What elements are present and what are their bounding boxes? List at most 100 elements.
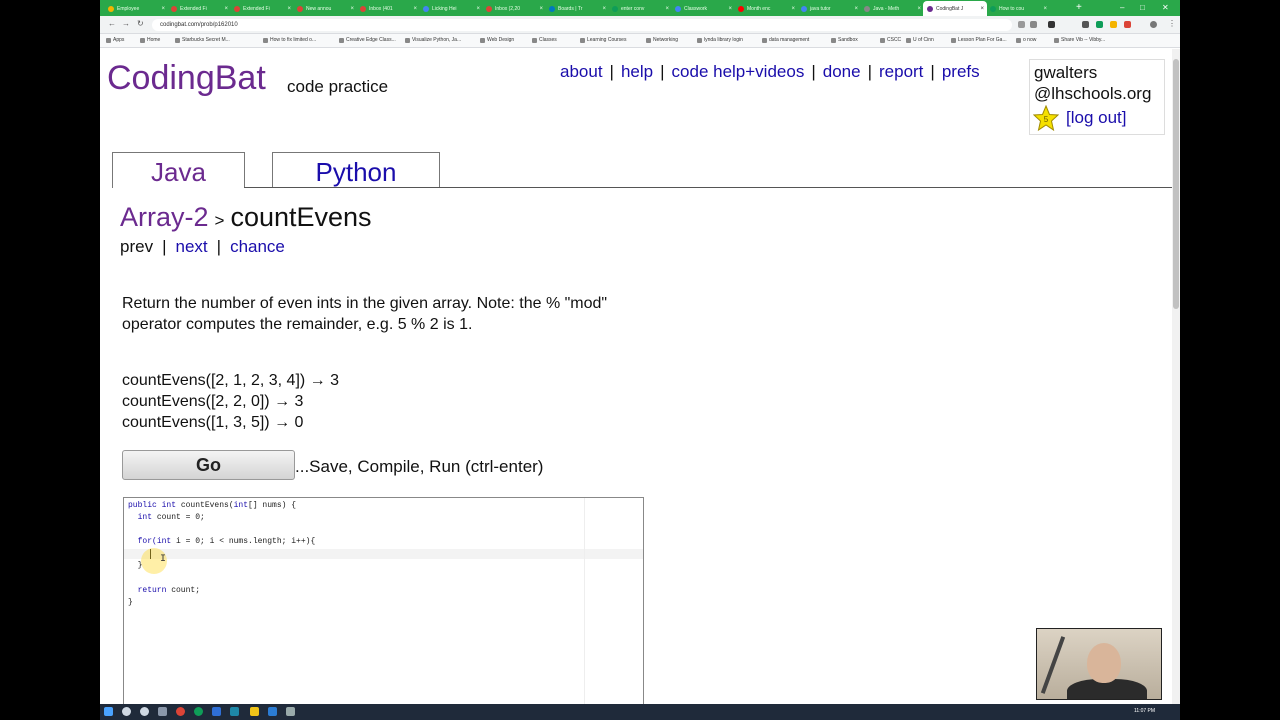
browser-tab[interactable]: How to cou ×: [986, 2, 1050, 15]
back-icon[interactable]: ←: [108, 19, 116, 29]
browser-tab[interactable]: enter conv ×: [608, 2, 672, 15]
close-tab-icon[interactable]: ×: [161, 6, 165, 12]
close-tab-icon[interactable]: ×: [287, 6, 291, 12]
browser-tab[interactable]: Inbox (401 ×: [356, 2, 420, 15]
nav-link-prefs[interactable]: prefs: [942, 62, 980, 81]
nav-link-code-help-videos[interactable]: code help+videos: [672, 62, 805, 81]
extension-icon[interactable]: [1110, 21, 1117, 28]
nav-link-help[interactable]: help: [621, 62, 653, 81]
browser-tab[interactable]: Inbox (2,20 ×: [482, 2, 546, 15]
next-link[interactable]: next: [176, 237, 208, 256]
close-tab-icon[interactable]: ×: [476, 6, 480, 12]
logout-link[interactable]: [log out]: [1066, 108, 1127, 128]
breadcrumb-section[interactable]: Array-2: [120, 202, 209, 232]
app-icon[interactable]: [212, 707, 221, 716]
extension-icon[interactable]: [1124, 21, 1131, 28]
new-tab-icon[interactable]: +: [1076, 2, 1082, 14]
app-icon[interactable]: [230, 707, 239, 716]
close-tab-icon[interactable]: ×: [980, 6, 984, 12]
example-line: countEvens([2, 1, 2, 3, 4]) → 3: [122, 372, 339, 389]
browser-tab[interactable]: Java - Meth ×: [860, 2, 924, 15]
maximize-icon[interactable]: □: [1140, 3, 1145, 13]
windows-start-icon[interactable]: [104, 707, 113, 716]
close-tab-icon[interactable]: ×: [1043, 6, 1047, 12]
bookmark-item[interactable]: CSCC: [880, 37, 901, 43]
site-logo[interactable]: CodingBat: [107, 59, 266, 98]
tab-java[interactable]: Java: [112, 152, 245, 188]
bookmark-icon: [106, 37, 111, 43]
tab-python[interactable]: Python: [272, 152, 440, 188]
app-icon[interactable]: [268, 707, 277, 716]
scrollbar-thumb[interactable]: [1173, 59, 1179, 309]
close-window-icon[interactable]: ✕: [1162, 3, 1169, 13]
close-tab-icon[interactable]: ×: [350, 6, 354, 12]
chance-link[interactable]: chance: [230, 237, 285, 256]
browser-tab[interactable]: Month enc ×: [734, 2, 798, 15]
bookmark-item[interactable]: U of Cinn: [906, 37, 934, 43]
close-tab-icon[interactable]: ×: [917, 6, 921, 12]
bookmark-star-icon[interactable]: [1030, 21, 1037, 28]
bookmark-item[interactable]: Starbucks Secret M...: [175, 37, 230, 43]
extension-icon[interactable]: [1082, 21, 1089, 28]
bookmark-item[interactable]: Creative Edge Class...: [339, 37, 396, 43]
browser-tab[interactable]: Extended Fi ×: [230, 2, 294, 15]
page-scrollbar[interactable]: [1172, 49, 1180, 704]
chrome-icon[interactable]: [176, 707, 185, 716]
browser-tab[interactable]: CodingBat J ×: [923, 1, 987, 16]
bookmark-item[interactable]: data management: [762, 37, 809, 43]
close-tab-icon[interactable]: ×: [539, 6, 543, 12]
bookmark-item[interactable]: Sandbox: [831, 37, 858, 43]
browser-tab[interactable]: java tutor ×: [797, 2, 861, 15]
close-tab-icon[interactable]: ×: [413, 6, 417, 12]
bookmark-item[interactable]: o now: [1016, 37, 1036, 43]
bookmark-item[interactable]: Apps: [106, 37, 124, 43]
forward-icon[interactable]: →: [122, 19, 130, 29]
bookmark-item[interactable]: lynda library login: [697, 37, 743, 43]
reload-icon[interactable]: ↻: [137, 19, 144, 29]
browser-tab[interactable]: Extended Fi ×: [167, 2, 231, 15]
star-icon: 5: [1033, 105, 1059, 131]
code-editor[interactable]: public int countEvens(int[] nums) { int …: [123, 497, 644, 704]
profile-icon[interactable]: [1150, 21, 1157, 28]
minimize-icon[interactable]: –: [1120, 3, 1124, 13]
bookmark-item[interactable]: Web Design: [480, 37, 514, 43]
bookmark-item[interactable]: Classes: [532, 37, 557, 43]
nav-link-about[interactable]: about: [560, 62, 603, 81]
bookmark-item[interactable]: Home: [140, 37, 160, 43]
bookmark-label: Apps: [113, 37, 125, 43]
chrome-icon[interactable]: [194, 707, 203, 716]
nav-separator: |: [660, 62, 665, 81]
bookmark-item[interactable]: Learning Courses: [580, 37, 626, 43]
browser-tab[interactable]: Employee ×: [104, 2, 168, 15]
close-tab-icon[interactable]: ×: [224, 6, 228, 12]
zoom-icon[interactable]: [1018, 21, 1025, 28]
close-tab-icon[interactable]: ×: [665, 6, 669, 12]
bookmark-item[interactable]: Visualize Python, Ja...: [405, 37, 461, 43]
menu-icon[interactable]: ⋮: [1168, 19, 1176, 29]
browser-tab[interactable]: Classwork ×: [671, 2, 735, 15]
browser-tab[interactable]: New annou ×: [293, 2, 357, 15]
close-tab-icon[interactable]: ×: [854, 6, 858, 12]
extension-icon[interactable]: [1096, 21, 1103, 28]
browser-tab[interactable]: Boards | Tr ×: [545, 2, 609, 15]
search-icon[interactable]: [122, 707, 131, 716]
url-input[interactable]: codingbat.com/prob/p162010: [152, 19, 1012, 31]
close-tab-icon[interactable]: ×: [791, 6, 795, 12]
bookmark-item[interactable]: Share Vib -- Vibby...: [1054, 37, 1105, 43]
bookmark-item[interactable]: How to fix limited o...: [263, 37, 316, 43]
go-button[interactable]: Go: [122, 450, 295, 480]
file-explorer-icon[interactable]: [250, 707, 259, 716]
bookmark-item[interactable]: Lesson Plan For Ga...: [951, 37, 1007, 43]
cortana-icon[interactable]: [140, 707, 149, 716]
task-view-icon[interactable]: [158, 707, 167, 716]
nav-link-report[interactable]: report: [879, 62, 923, 81]
app-icon[interactable]: [286, 707, 295, 716]
nav-link-done[interactable]: done: [823, 62, 861, 81]
extension-icon[interactable]: [1048, 21, 1055, 28]
username: gwalters: [1034, 63, 1098, 82]
close-tab-icon[interactable]: ×: [602, 6, 606, 12]
close-tab-icon[interactable]: ×: [728, 6, 732, 12]
browser-tab[interactable]: Licking Hei ×: [419, 2, 483, 15]
bookmark-item[interactable]: Networking: [646, 37, 678, 43]
code-text: countEvens(: [176, 501, 234, 510]
